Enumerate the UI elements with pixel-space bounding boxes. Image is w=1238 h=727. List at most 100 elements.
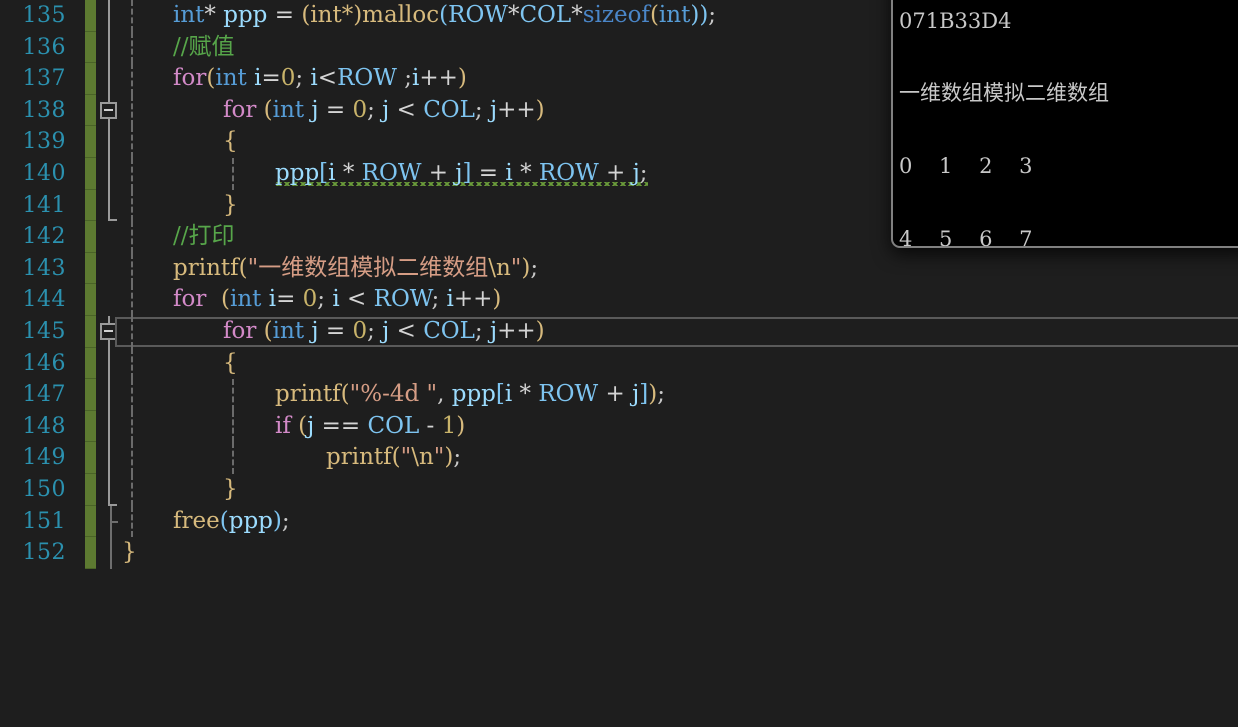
token-paren-open: ( — [256, 317, 273, 344]
token-paren-open: ( — [256, 96, 273, 123]
token-bracket-close: ] — [639, 381, 649, 408]
token-var-ppp: ppp — [228, 507, 273, 534]
token-increment: ++ — [453, 286, 493, 313]
token-paren-open-2: ( — [649, 2, 659, 28]
code-comment: //赋值 — [173, 33, 235, 60]
line-number: 142 — [22, 224, 66, 250]
token-less-than: < — [389, 96, 424, 123]
indent-guide — [232, 157, 234, 190]
token-var-i-2: i — [332, 286, 340, 313]
editor-line[interactable]: 143 printf("一维数组模拟二维数组\n"); — [0, 252, 1238, 285]
code-text: ppp[i * ROW + j] = i * ROW + j; — [275, 158, 648, 190]
code-text: printf("%-4d ", ppp[i * ROW + j]); — [275, 379, 665, 411]
line-number: 141 — [22, 192, 66, 218]
token-paren-close: ) — [272, 507, 282, 534]
token-semicolon: ; — [639, 159, 648, 186]
token-bracket-close: ] — [462, 159, 472, 186]
change-bar — [85, 94, 96, 127]
line-number: 136 — [22, 34, 66, 60]
console-line: 071B33D4 — [899, 8, 1012, 33]
change-bar — [85, 379, 96, 411]
line-number: 146 — [22, 350, 66, 376]
line-number: 152 — [22, 540, 66, 566]
outlining-rail — [108, 284, 110, 316]
indent-guide — [131, 442, 133, 474]
token-semicolon: ; — [708, 2, 717, 28]
editor-line[interactable]: 147 printf("%-4d ", ppp[i * ROW + j]); — [0, 379, 1238, 411]
token-paren-open: ( — [290, 412, 308, 439]
token-keyword-sizeof: sizeof — [582, 2, 650, 28]
token-paren-open: ( — [391, 444, 401, 471]
line-number: 138 — [22, 97, 66, 123]
indent-guide — [131, 94, 133, 127]
token-semicolon-1: ; — [367, 317, 383, 344]
change-bar — [85, 0, 96, 32]
line-number: 151 — [22, 508, 66, 534]
token-macro-col: COL — [367, 412, 420, 439]
token-var-j: j — [455, 159, 463, 186]
collapse-toggle-icon[interactable] — [100, 101, 117, 119]
token-keyword-int: int — [272, 96, 305, 123]
code-text: printf("一维数组模拟二维数组\n"); — [173, 253, 538, 285]
token-var-ppp: ppp — [275, 159, 320, 186]
indent-guide — [131, 31, 133, 64]
token-macro-row: ROW — [373, 286, 432, 313]
token-string-end: " — [433, 444, 445, 471]
token-string: "一维数组模拟二维数组 — [247, 254, 489, 281]
code-text: for(int i=0; i<ROW ;i++) — [173, 63, 467, 95]
indent-guide — [131, 0, 133, 32]
token-paren-open: ( — [340, 381, 350, 408]
change-bar — [85, 63, 96, 95]
indent-guide — [131, 252, 133, 285]
editor-line[interactable]: 149 printf("\n"); — [0, 442, 1238, 474]
token-assign: = — [471, 159, 506, 186]
editor-line[interactable]: 151 free(ppp); — [0, 505, 1238, 538]
code-text: for (int j = 0; j < COL; j++) — [223, 316, 545, 348]
editor-line[interactable]: 152 } — [0, 537, 1238, 569]
editor-line[interactable]: 148 if (j == COL - 1) — [0, 410, 1238, 443]
token-macro-col: COL — [519, 2, 572, 28]
token-macro-col: COL — [423, 317, 475, 344]
indent-guide — [131, 189, 133, 222]
outlining-rail — [108, 253, 110, 285]
change-bar — [85, 410, 96, 443]
outlining-rail-end — [108, 473, 117, 506]
console-output-window[interactable]: 071B33D4 一维数组模拟二维数组 0 1 2 3 4 5 6 7 8 9 … — [891, 0, 1238, 248]
token-semicolon-2: ; — [474, 96, 490, 123]
token-keyword-for: for — [173, 65, 207, 92]
token-var-j-2: j — [632, 159, 640, 186]
token-fn-free: free — [173, 507, 220, 534]
outlining-rail — [108, 221, 110, 253]
token-bracket-open: [ — [319, 159, 329, 186]
line-number: 140 — [22, 160, 66, 186]
collapse-toggle-icon[interactable] — [100, 322, 117, 340]
token-cast: (int*) — [301, 2, 363, 28]
token-keyword-for: for — [173, 286, 207, 313]
indent-guide — [131, 505, 133, 538]
indent-guide — [232, 379, 234, 411]
token-paren-open: ( — [206, 65, 216, 92]
token-fn-printf: printf — [173, 254, 239, 281]
outlining-rail — [108, 157, 110, 190]
change-bar — [85, 157, 96, 190]
change-bar — [85, 252, 96, 285]
console-line: 4 5 6 7 — [899, 227, 1053, 248]
indent-guide — [131, 221, 133, 253]
token-semicolon-1: ; — [317, 286, 333, 313]
editor-line[interactable]: 150 } — [0, 473, 1238, 506]
change-bar — [85, 189, 96, 222]
change-bar — [85, 473, 96, 506]
token-mul-2: * — [571, 2, 583, 28]
token-string-format: "%-4d " — [349, 381, 438, 408]
indent-guide — [131, 63, 133, 95]
indent-guide — [131, 157, 133, 190]
change-bar — [85, 505, 96, 538]
change-bar — [85, 31, 96, 64]
editor-line-current[interactable]: 145 for (int j = 0; j < COL; j++) — [0, 315, 1238, 348]
outlining-rail — [108, 379, 110, 411]
code-brace: { — [223, 128, 238, 155]
token-macro-row-2: ROW — [538, 159, 599, 186]
editor-line[interactable]: 144 for (int i= 0; i < ROW; i++) — [0, 284, 1238, 316]
token-var-i-2: i — [310, 65, 318, 92]
editor-line[interactable]: 146 { — [0, 347, 1238, 380]
